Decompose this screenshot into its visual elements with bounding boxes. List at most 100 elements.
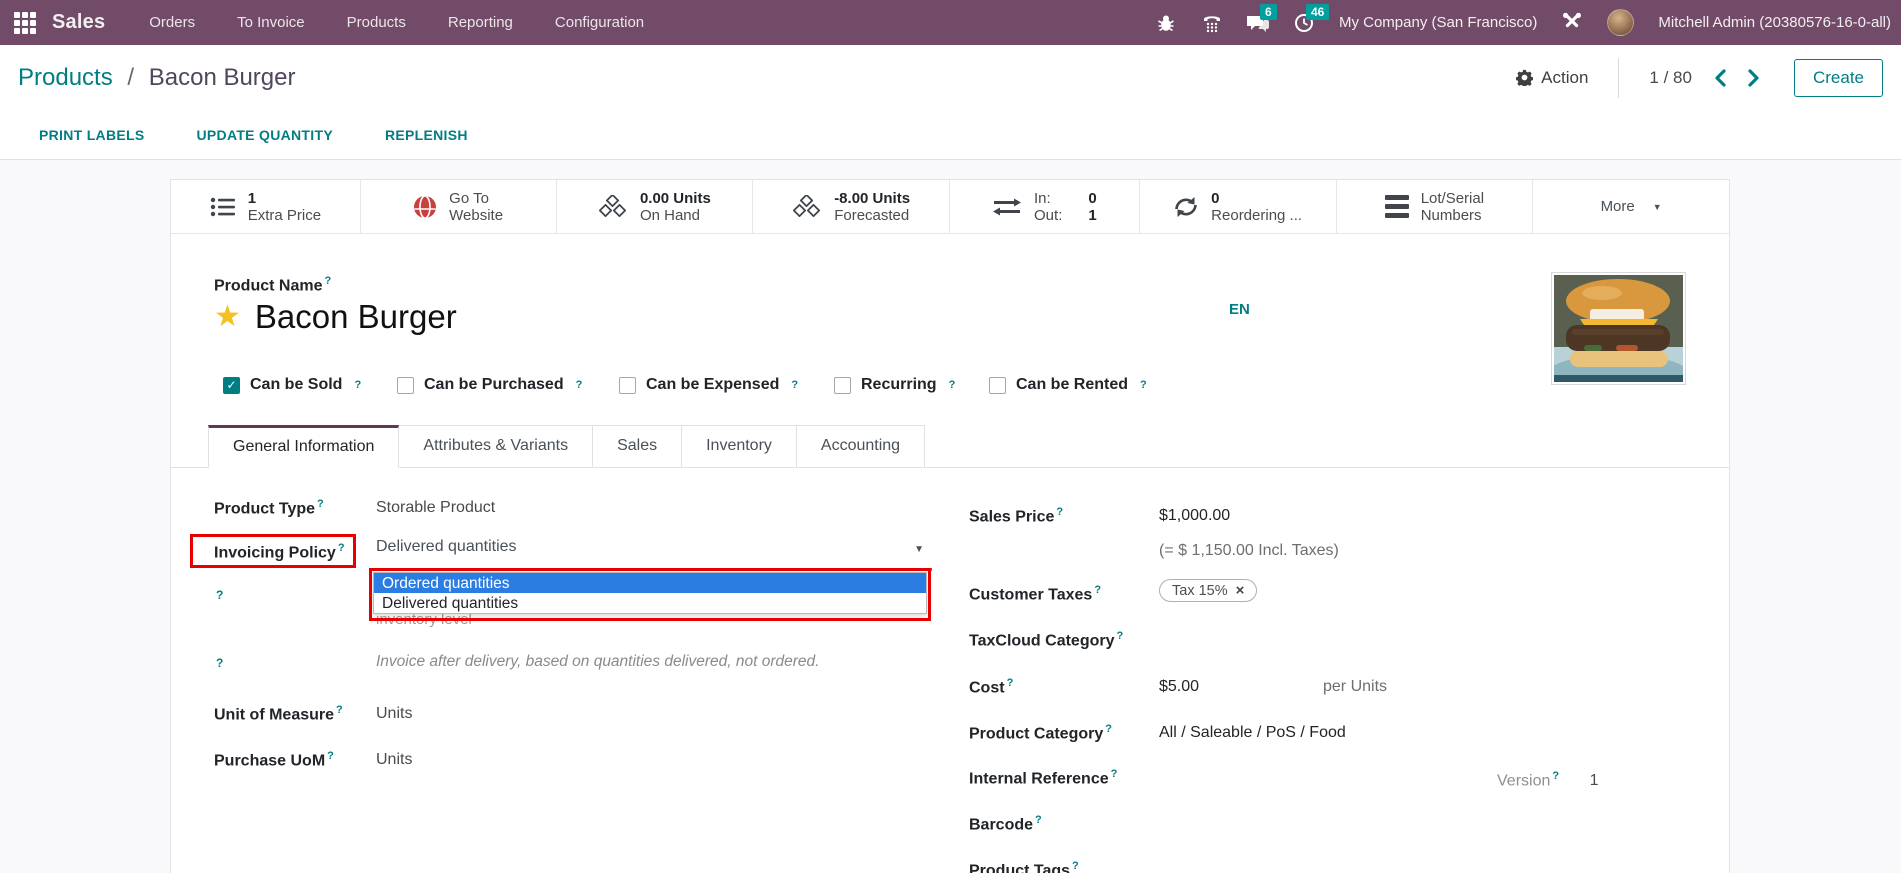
stat-value: 0: [1211, 190, 1302, 207]
menu-products[interactable]: Products: [347, 14, 406, 31]
checkbox-can-be-expensed: Can be Expensed?: [619, 376, 798, 394]
product-tags-label: Product Tags?: [969, 860, 1079, 873]
invoicing-policy-help-text: Invoice after delivery, based on quantit…: [376, 653, 819, 671]
menu-to-invoice[interactable]: To Invoice: [237, 14, 305, 31]
help-question-icon: ?: [1035, 814, 1042, 826]
checkbox[interactable]: [397, 377, 414, 394]
select-value: Delivered quantities: [376, 538, 517, 555]
notebook-tabs: General Information Attributes & Variant…: [208, 425, 925, 468]
company-switcher[interactable]: My Company (San Francisco): [1339, 14, 1537, 31]
checkbox-label: Can be Rented: [1016, 376, 1128, 394]
product-name-label: Product Name?: [214, 275, 331, 295]
stat-label: Website: [449, 207, 503, 224]
chevron-left-icon[interactable]: [1714, 68, 1727, 88]
stat-go-to-website[interactable]: Go ToWebsite: [361, 180, 557, 233]
top-menu: Orders To Invoice Products Reporting Con…: [149, 14, 644, 31]
divider: [1618, 58, 1619, 98]
tab-general-information[interactable]: General Information: [208, 425, 399, 468]
print-labels-button[interactable]: PRINT LABELS: [33, 126, 151, 144]
tab-inventory[interactable]: Inventory: [682, 425, 797, 468]
voip-phone-icon[interactable]: [1201, 12, 1223, 34]
user-avatar[interactable]: [1607, 9, 1634, 36]
app-name[interactable]: Sales: [52, 11, 105, 34]
gear-icon: [1516, 69, 1533, 86]
menu-orders[interactable]: Orders: [149, 14, 195, 31]
globe-icon: [413, 195, 437, 219]
unit-of-measure-value: Units: [376, 705, 412, 723]
tab-sales[interactable]: Sales: [593, 425, 682, 468]
invoicing-policy-select[interactable]: Delivered quantities ▼: [376, 538, 932, 568]
version-field: Version? 1: [1497, 770, 1598, 790]
product-type-value: Storable Product: [376, 499, 495, 517]
stat-extra-price[interactable]: 1Extra Price: [171, 180, 361, 233]
language-code[interactable]: EN: [1229, 301, 1250, 318]
tag-label: Tax 15%: [1172, 583, 1228, 599]
cubes-icon: [598, 195, 628, 219]
stat-more-button[interactable]: More ▼: [1533, 180, 1729, 233]
help-question-icon: ?: [1094, 584, 1101, 596]
purchase-uom-value: Units: [376, 751, 412, 769]
transfer-arrows-icon: [992, 196, 1022, 218]
apps-menu-icon[interactable]: [14, 12, 36, 34]
cost-label: Cost?: [969, 677, 1013, 697]
replenish-button[interactable]: REPLENISH: [379, 126, 474, 144]
stat-reordering[interactable]: 0Reordering ...: [1140, 180, 1337, 233]
checkbox[interactable]: [989, 377, 1006, 394]
help-question-icon: ?: [1552, 770, 1559, 782]
help-question-icon: ?: [1072, 860, 1079, 872]
menu-reporting[interactable]: Reporting: [448, 14, 513, 31]
internal-reference-label: Internal Reference?: [969, 768, 1117, 788]
tag-close-icon[interactable]: ×: [1236, 582, 1245, 599]
stat-lot-serial[interactable]: Lot/SerialNumbers: [1337, 180, 1534, 233]
stat-value: Lot/Serial: [1421, 190, 1484, 207]
product-category-label: Product Category?: [969, 723, 1112, 743]
product-name[interactable]: Bacon Burger: [255, 298, 457, 336]
purchase-uom-label: Purchase UoM?: [214, 750, 334, 770]
tab-accounting[interactable]: Accounting: [797, 425, 925, 468]
stat-in-out[interactable]: In:0 Out:1: [950, 180, 1140, 233]
help-question-icon: ?: [1007, 677, 1014, 689]
update-quantity-button[interactable]: UPDATE QUANTITY: [191, 126, 339, 144]
caret-down-icon: ▼: [914, 544, 924, 555]
list-icon: [210, 196, 236, 218]
product-title: ★ Bacon Burger: [214, 298, 457, 336]
dropdown-option-delivered[interactable]: Delivered quantities: [374, 593, 926, 613]
stat-forecasted[interactable]: -8.00 UnitsForecasted: [753, 180, 950, 233]
action-menu-button[interactable]: Action: [1516, 68, 1588, 88]
stat-value: -8.00 Units: [834, 190, 910, 207]
stat-value: 1: [248, 190, 321, 207]
dropdown-option-ordered[interactable]: Ordered quantities: [374, 573, 926, 593]
breadcrumb: Products / Bacon Burger: [18, 64, 296, 92]
breadcrumb-products-link[interactable]: Products: [18, 64, 113, 91]
stat-buttons-row: 1Extra Price Go ToWebsite 0.00 UnitsOn H…: [171, 180, 1729, 234]
stat-on-hand[interactable]: 0.00 UnitsOn Hand: [557, 180, 754, 233]
help-question-icon: ?: [354, 379, 361, 391]
barcode-label: Barcode?: [969, 814, 1042, 834]
debug-tools-icon[interactable]: [1561, 12, 1583, 34]
bug-icon[interactable]: [1155, 12, 1177, 34]
stat-in-value: 0: [1088, 190, 1096, 207]
tab-attributes-variants[interactable]: Attributes & Variants: [399, 425, 593, 468]
pager-nav: [1714, 68, 1760, 88]
checkbox[interactable]: ✓: [223, 377, 240, 394]
chevron-right-icon[interactable]: [1747, 68, 1760, 88]
menu-configuration[interactable]: Configuration: [555, 14, 644, 31]
refresh-icon: [1173, 195, 1199, 219]
favorite-star-icon[interactable]: ★: [214, 302, 241, 332]
user-menu[interactable]: Mitchell Admin (20380576-16-0-all): [1658, 14, 1891, 31]
checkbox[interactable]: [834, 377, 851, 394]
cubes-icon: [792, 195, 822, 219]
messages-icon[interactable]: 6: [1247, 12, 1269, 34]
help-question-icon: ?: [1140, 379, 1147, 391]
customer-tax-tag[interactable]: Tax 15% ×: [1159, 579, 1257, 602]
activities-clock-icon[interactable]: 46: [1293, 12, 1315, 34]
help-question-icon: ?: [338, 542, 345, 554]
create-button[interactable]: Create: [1794, 59, 1883, 97]
version-value: 1: [1590, 772, 1599, 789]
checkbox[interactable]: [619, 377, 636, 394]
stat-out-value: 1: [1088, 207, 1096, 224]
product-image[interactable]: [1551, 272, 1686, 385]
checkbox-label: Can be Sold: [250, 376, 342, 394]
select-focus-underline: [376, 568, 932, 571]
stat-label: Reordering ...: [1211, 207, 1302, 224]
